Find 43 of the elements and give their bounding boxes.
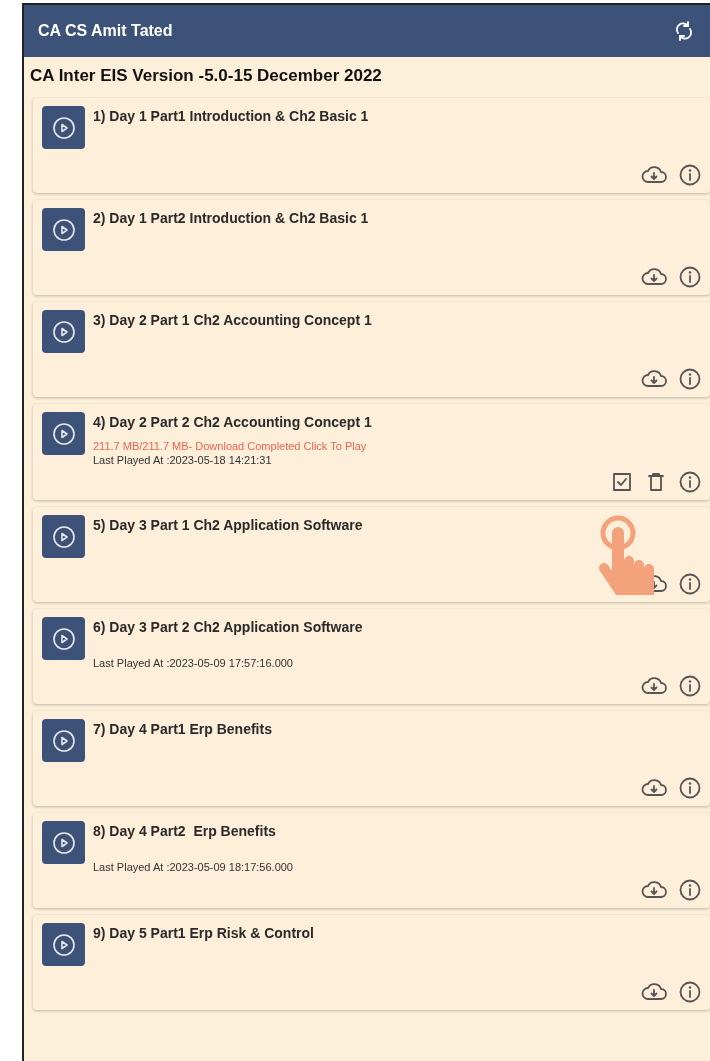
play-thumbnail[interactable]: [42, 821, 85, 864]
info-icon[interactable]: [678, 163, 702, 187]
last-played-text: Last Played At :2023-05-09 17:57:16.000: [93, 657, 294, 669]
lecture-title: 4) Day 2 Part 2 Ch2 Accounting Concept 1: [93, 414, 372, 430]
play-thumbnail[interactable]: [42, 208, 85, 251]
info-icon[interactable]: [678, 674, 702, 698]
info-icon[interactable]: [678, 980, 702, 1004]
play-thumbnail[interactable]: [42, 310, 85, 353]
course-heading: CA Inter EIS Version -5.0-15 December 2022: [29, 65, 383, 87]
lecture-card[interactable]: 5) Day 3 Part 1 Ch2 Application Software: [33, 507, 710, 602]
checkbox-icon[interactable]: [610, 470, 634, 494]
lecture-title: 2) Day 1 Part2 Introduction & Ch2 Basic 1: [93, 210, 369, 226]
lecture-title: 9) Day 5 Part1 Erp Risk & Control: [93, 925, 314, 941]
lecture-title: 5) Day 3 Part 1 Ch2 Application Software: [93, 517, 363, 533]
play-thumbnail[interactable]: [42, 515, 85, 558]
info-icon[interactable]: [678, 470, 702, 494]
last-played-text: Last Played At :2023-05-18 14:21:31: [93, 454, 273, 466]
lecture-card[interactable]: 1) Day 1 Part1 Introduction & Ch2 Basic 1: [33, 98, 710, 193]
lecture-card[interactable]: 7) Day 4 Part1 Erp Benefits: [33, 711, 710, 806]
lecture-card[interactable]: 8) Day 4 Part2 Erp Benefits Last Played At :2023-05-09 18:17:56.000: [33, 813, 710, 908]
lecture-title: 8) Day 4 Part2 Erp Benefits: [93, 823, 277, 839]
lecture-title: 6) Day 3 Part 2 Ch2 Application Software: [93, 619, 363, 635]
last-played-text: Last Played At :2023-05-09 18:17:56.000: [93, 861, 293, 873]
play-thumbnail[interactable]: [42, 106, 85, 149]
info-icon[interactable]: [678, 367, 702, 391]
lecture-card[interactable]: 3) Day 2 Part 1 Ch2 Accounting Concept 1: [33, 302, 710, 397]
play-thumbnail[interactable]: [42, 617, 85, 660]
play-thumbnail[interactable]: [42, 412, 85, 455]
lecture-title: 7) Day 4 Part1 Erp Benefits: [93, 721, 272, 737]
info-icon[interactable]: [678, 776, 702, 800]
lecture-card[interactable]: 9) Day 5 Part1 Erp Risk & Control: [33, 915, 710, 1010]
info-icon[interactable]: [678, 265, 702, 289]
lecture-title: 1) Day 1 Part1 Introduction & Ch2 Basic 1: [93, 108, 369, 124]
lecture-card[interactable]: 2) Day 1 Part2 Introduction & Ch2 Basic 1: [33, 200, 710, 295]
app-title: CA CS Amit Tated: [38, 22, 173, 40]
lecture-title: 3) Day 2 Part 1 Ch2 Accounting Concept 1: [93, 312, 372, 328]
info-icon[interactable]: [678, 572, 702, 596]
lecture-card[interactable]: 6) Day 3 Part 2 Ch2 Application Software Last Played At :2023-05-09 17:57:16.000: [33, 609, 710, 704]
lecture-card[interactable]: 4) Day 2 Part 2 Ch2 Accounting Concept 1 211.7 MB/211.7 MB- Download Completed Click To Play Last Played At :2023-05-18 14:21:31: [33, 404, 710, 500]
download-status: 211.7 MB/211.7 MB- Download Completed Click To Play: [93, 440, 368, 452]
play-thumbnail[interactable]: [42, 719, 85, 762]
info-icon[interactable]: [678, 878, 702, 902]
play-thumbnail[interactable]: [42, 923, 85, 966]
